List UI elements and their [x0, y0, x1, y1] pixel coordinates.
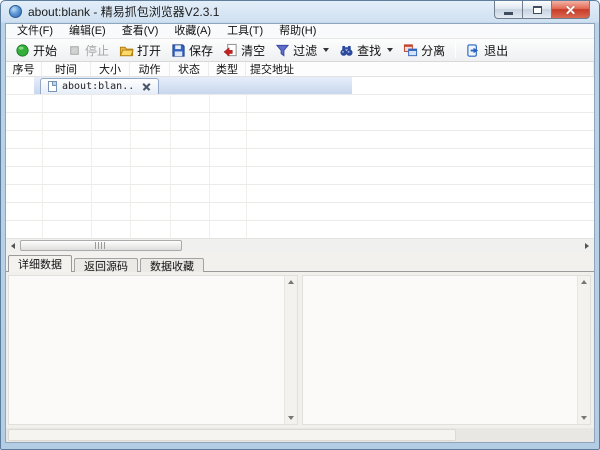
- capture-list-body[interactable]: about:blan..: [6, 77, 594, 238]
- menu-view[interactable]: 查看(V): [114, 24, 167, 39]
- find-binoculars-icon: [339, 43, 354, 58]
- tab-response-source[interactable]: 返回源码: [74, 258, 138, 272]
- stop-button[interactable]: 停止: [62, 40, 114, 61]
- arrow-down-icon: [288, 416, 294, 420]
- maximize-icon: [533, 6, 542, 14]
- exit-icon: [466, 43, 481, 58]
- find-button[interactable]: 查找: [334, 40, 398, 61]
- filter-label: 过滤: [293, 42, 317, 59]
- close-button[interactable]: [552, 1, 590, 19]
- open-label: 打开: [137, 42, 161, 59]
- horizontal-scrollbar[interactable]: [6, 238, 594, 252]
- save-disk-icon: [171, 43, 186, 58]
- column-header-url[interactable]: 提交地址: [246, 62, 594, 76]
- toolbar: 开始 停止 打开 保存: [6, 39, 594, 62]
- close-icon: [565, 4, 576, 15]
- scrollbar-thumb[interactable]: [20, 240, 182, 251]
- bottom-scrollbar-thumb[interactable]: [8, 429, 456, 441]
- detail-panel-left[interactable]: [8, 275, 298, 425]
- stop-icon: [67, 43, 82, 58]
- detach-windows-icon: [403, 43, 418, 58]
- save-button[interactable]: 保存: [166, 40, 218, 61]
- scroll-right-button[interactable]: [580, 239, 594, 252]
- title-bar: about:blank - 精易抓包浏览器V2.3.1: [1, 1, 599, 23]
- grid-column-line: [91, 77, 92, 238]
- session-tab[interactable]: about:blan..: [40, 78, 159, 94]
- caption-buttons: [494, 1, 590, 19]
- arrow-down-icon: [581, 416, 587, 420]
- minimize-icon: [504, 12, 513, 15]
- minimize-button[interactable]: [494, 1, 523, 19]
- open-button[interactable]: 打开: [114, 40, 166, 61]
- column-header-action[interactable]: 动作: [130, 62, 170, 76]
- clear-page-icon: [223, 43, 238, 58]
- menu-edit[interactable]: 编辑(E): [61, 24, 114, 39]
- capture-list-header: 序号 时间 大小 动作 状态 类型 提交地址: [6, 62, 594, 77]
- grid-column-line: [209, 77, 210, 238]
- grid-column-line: [246, 77, 247, 238]
- session-tab-close-icon[interactable]: [142, 82, 151, 91]
- detail-panel-right[interactable]: [302, 275, 591, 425]
- save-label: 保存: [189, 42, 213, 59]
- window-title: about:blank - 精易抓包浏览器V2.3.1: [28, 1, 219, 23]
- maximize-button[interactable]: [523, 1, 552, 19]
- menu-bar: 文件(F) 编辑(E) 查看(V) 收藏(A) 工具(T) 帮助(H): [6, 24, 594, 39]
- exit-label: 退出: [484, 42, 508, 59]
- grid-column-line: [42, 77, 43, 238]
- session-tab-label: about:blan..: [62, 81, 134, 92]
- filter-funnel-icon: [275, 43, 290, 58]
- detach-button[interactable]: 分离: [398, 40, 450, 61]
- column-header-type[interactable]: 类型: [209, 62, 246, 76]
- stop-label: 停止: [85, 42, 109, 59]
- start-button[interactable]: 开始: [10, 40, 62, 61]
- column-header-index[interactable]: 序号: [6, 62, 42, 76]
- exit-button[interactable]: 退出: [461, 40, 513, 61]
- bottom-scroll-strip[interactable]: [6, 428, 594, 442]
- menu-tools[interactable]: 工具(T): [219, 24, 271, 39]
- arrow-up-icon: [288, 280, 294, 284]
- column-header-size[interactable]: 大小: [91, 62, 130, 76]
- clear-button[interactable]: 清空: [218, 40, 270, 61]
- start-icon: [15, 43, 30, 58]
- menu-file[interactable]: 文件(F): [9, 24, 61, 39]
- filter-button[interactable]: 过滤: [270, 40, 334, 61]
- app-window: about:blank - 精易抓包浏览器V2.3.1 文件(F) 编辑(E) …: [0, 0, 600, 450]
- tab-response-source-label: 返回源码: [84, 258, 128, 274]
- arrow-left-icon: [11, 243, 15, 249]
- arrow-right-icon: [585, 243, 589, 249]
- scroll-left-button[interactable]: [6, 239, 20, 252]
- client-area: 文件(F) 编辑(E) 查看(V) 收藏(A) 工具(T) 帮助(H) 开始 停…: [5, 23, 595, 443]
- detail-tab-page: [6, 271, 594, 442]
- app-icon: [9, 5, 22, 18]
- document-icon: [48, 81, 57, 92]
- tab-data-favorites[interactable]: 数据收藏: [140, 258, 204, 272]
- scrollbar-grip-icon: [95, 242, 107, 249]
- toolbar-separator: [455, 42, 456, 58]
- filter-dropdown-icon[interactable]: [323, 48, 329, 52]
- start-label: 开始: [33, 42, 57, 59]
- bottom-tab-bar: 详细数据 返回源码 数据收藏: [6, 255, 594, 272]
- detail-right-scrollbar[interactable]: [577, 276, 590, 424]
- tab-detail-data-label: 详细数据: [18, 256, 62, 272]
- menu-favorites[interactable]: 收藏(A): [166, 24, 219, 39]
- menu-help[interactable]: 帮助(H): [271, 24, 324, 39]
- session-tab-strip: about:blan..: [34, 77, 352, 94]
- tab-data-favorites-label: 数据收藏: [150, 258, 194, 274]
- find-label: 查找: [357, 42, 381, 59]
- column-header-status[interactable]: 状态: [170, 62, 209, 76]
- grid-column-line: [170, 77, 171, 238]
- detail-left-scrollbar[interactable]: [284, 276, 297, 424]
- tab-detail-data[interactable]: 详细数据: [8, 255, 72, 272]
- detach-label: 分离: [421, 42, 445, 59]
- find-dropdown-icon[interactable]: [387, 48, 393, 52]
- arrow-up-icon: [581, 280, 587, 284]
- column-header-time[interactable]: 时间: [42, 62, 91, 76]
- grid-column-line: [130, 77, 131, 238]
- clear-label: 清空: [241, 42, 265, 59]
- open-folder-icon: [119, 43, 134, 58]
